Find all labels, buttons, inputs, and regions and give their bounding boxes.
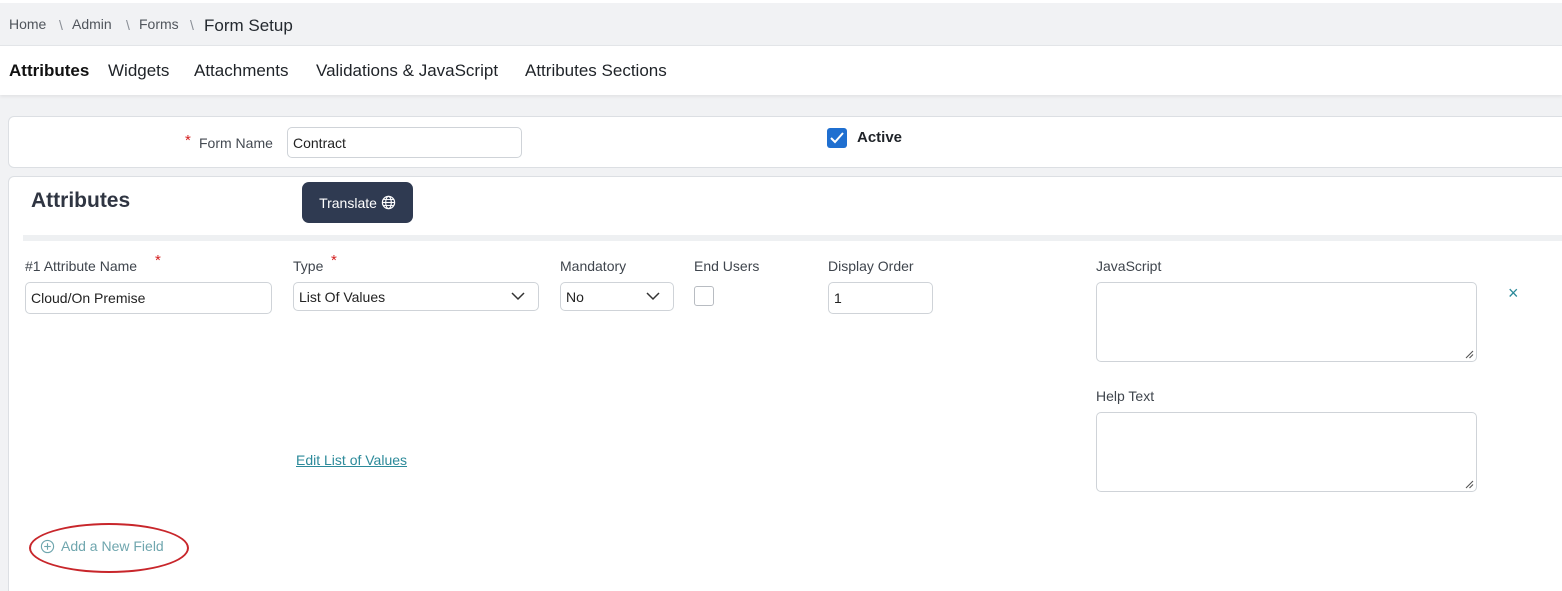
- type-label: Type: [293, 258, 324, 274]
- resize-grip-icon[interactable]: [1465, 350, 1474, 359]
- active-checkbox[interactable]: [827, 128, 847, 148]
- breadcrumb-separator: \: [190, 17, 194, 33]
- plus-circle-icon: [40, 539, 55, 553]
- attributes-section-title: Attributes: [31, 189, 131, 212]
- globe-icon: [381, 195, 396, 210]
- end-users-label: End Users: [694, 258, 760, 274]
- remove-attribute-icon[interactable]: ×: [1508, 283, 1519, 304]
- attribute-name-input[interactable]: [25, 282, 272, 314]
- add-new-field-button[interactable]: Add a New Field: [40, 538, 164, 554]
- breadcrumb-admin[interactable]: Admin: [72, 16, 112, 32]
- add-new-field-label: Add a New Field: [61, 538, 164, 554]
- tab-validations-javascript[interactable]: Validations & JavaScript: [316, 61, 498, 81]
- chevron-down-icon: [646, 292, 660, 301]
- translate-button-label: Translate: [319, 194, 377, 211]
- breadcrumb-separator: \: [59, 17, 63, 33]
- translate-button[interactable]: Translate: [302, 182, 413, 223]
- javascript-textarea[interactable]: [1096, 282, 1477, 362]
- resize-grip-icon[interactable]: [1465, 480, 1474, 489]
- form-name-input[interactable]: [287, 127, 522, 158]
- checkmark-icon: [830, 132, 844, 144]
- tab-widgets[interactable]: Widgets: [108, 61, 169, 81]
- type-select[interactable]: List Of Values: [293, 282, 539, 311]
- breadcrumb-home[interactable]: Home: [9, 16, 46, 32]
- chevron-down-icon: [511, 292, 525, 301]
- form-details-card: * Form Name Active: [8, 116, 1562, 168]
- required-mark: *: [155, 252, 161, 269]
- breadcrumb-current: Form Setup: [204, 16, 293, 35]
- mandatory-select[interactable]: No: [560, 282, 674, 311]
- attributes-card: Attributes Translate #1 Attribute Name *…: [8, 176, 1562, 591]
- required-mark: *: [331, 252, 337, 269]
- required-mark: *: [185, 132, 191, 149]
- help-text-textarea[interactable]: [1096, 412, 1477, 492]
- mandatory-select-value: No: [566, 288, 584, 305]
- tab-bar: Attributes Widgets Attachments Validatio…: [0, 45, 1562, 95]
- display-order-label: Display Order: [828, 258, 914, 274]
- breadcrumb-forms[interactable]: Forms: [139, 16, 179, 32]
- mandatory-label: Mandatory: [560, 258, 627, 274]
- javascript-label: JavaScript: [1096, 258, 1162, 274]
- form-name-label: Form Name: [199, 135, 273, 151]
- breadcrumb: Home \ Admin \ Forms \ Form Setup: [0, 0, 1562, 45]
- active-label: Active: [857, 129, 903, 146]
- breadcrumb-separator: \: [126, 17, 130, 33]
- tab-attributes[interactable]: Attributes: [9, 61, 89, 81]
- help-text-label: Help Text: [1096, 388, 1155, 404]
- end-users-checkbox[interactable]: [694, 286, 714, 306]
- tab-attributes-sections[interactable]: Attributes Sections: [525, 61, 667, 81]
- type-select-value: List Of Values: [299, 288, 386, 305]
- section-divider: [23, 235, 1562, 241]
- edit-list-of-values-link[interactable]: Edit List of Values: [296, 452, 407, 468]
- display-order-input[interactable]: [828, 282, 933, 314]
- tab-attachments[interactable]: Attachments: [194, 61, 289, 81]
- attribute-name-label: #1 Attribute Name: [25, 258, 138, 274]
